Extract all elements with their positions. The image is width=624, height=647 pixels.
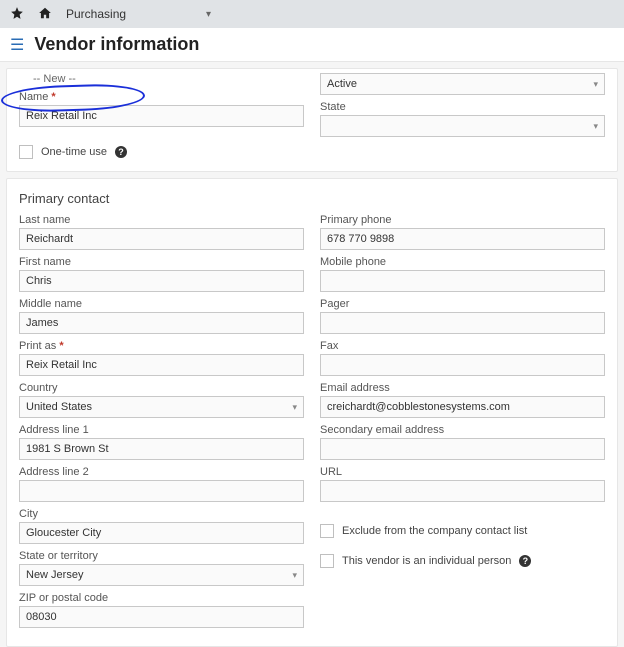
chevron-down-icon: ▾ [292, 570, 297, 581]
sec-email-input[interactable] [320, 438, 605, 460]
fax-input[interactable] [320, 354, 605, 376]
chevron-down-icon: ▾ [292, 402, 297, 413]
name-label: Name [19, 91, 56, 103]
primary-phone-label: Primary phone [320, 214, 605, 226]
page-title: Vendor information [34, 34, 199, 55]
print-as-label: Print as [19, 340, 304, 352]
star-icon[interactable] [10, 6, 24, 23]
pager-input[interactable] [320, 312, 605, 334]
country-value: United States [26, 401, 92, 413]
one-time-use-checkbox[interactable] [19, 145, 33, 159]
individual-row[interactable]: This vendor is an individual person ? [320, 554, 605, 568]
one-time-use-label: One-time use [41, 146, 107, 158]
addr2-input[interactable] [19, 480, 304, 502]
print-as-input[interactable] [19, 354, 304, 376]
addr2-label: Address line 2 [19, 466, 304, 478]
middle-name-label: Middle name [19, 298, 304, 310]
zip-label: ZIP or postal code [19, 592, 304, 604]
first-name-label: First name [19, 256, 304, 268]
country-select[interactable]: United States ▾ [19, 396, 304, 418]
last-name-input[interactable] [19, 228, 304, 250]
top-bar: Purchasing ▾ [0, 0, 624, 28]
middle-name-input[interactable] [19, 312, 304, 334]
country-label: Country [19, 382, 304, 394]
section-title: Primary contact [19, 187, 605, 214]
chevron-down-icon: ▾ [593, 121, 598, 132]
vendor-status-value: Active [327, 78, 357, 90]
individual-checkbox[interactable] [320, 554, 334, 568]
email-input[interactable] [320, 396, 605, 418]
list-icon[interactable]: ☰ [10, 35, 24, 55]
vendor-id-new: -- New -- [19, 73, 304, 85]
help-icon[interactable]: ? [115, 146, 127, 158]
state-label: State [320, 101, 605, 113]
url-label: URL [320, 466, 605, 478]
individual-label: This vendor is an individual person [342, 555, 511, 567]
module-label: Purchasing [66, 7, 126, 21]
primary-contact-section: Primary contact Last name First name Mid… [6, 178, 618, 647]
contact-right-column: Primary phone Mobile phone Pager Fax Ema… [320, 214, 605, 634]
state-value: New Jersey [26, 569, 83, 581]
help-icon[interactable]: ? [519, 555, 531, 567]
state-select[interactable]: New Jersey ▾ [19, 564, 304, 586]
last-name-label: Last name [19, 214, 304, 226]
one-time-use-row[interactable]: One-time use ? [19, 145, 605, 159]
chevron-down-icon: ▾ [593, 79, 598, 90]
exclude-checkbox[interactable] [320, 524, 334, 538]
chevron-down-icon: ▾ [206, 9, 211, 20]
state-territory-label: State or territory [19, 550, 304, 562]
page-header: ☰ Vendor information [0, 28, 624, 62]
url-input[interactable] [320, 480, 605, 502]
vendor-state-select[interactable]: ▾ [320, 115, 605, 137]
home-icon[interactable] [38, 6, 52, 23]
exclude-row[interactable]: Exclude from the company contact list [320, 524, 605, 538]
vendor-name-input[interactable] [19, 105, 304, 127]
module-dropdown[interactable]: Purchasing ▾ [66, 7, 211, 21]
addr1-input[interactable] [19, 438, 304, 460]
email-label: Email address [320, 382, 605, 394]
contact-left-column: Last name First name Middle name Print a… [19, 214, 304, 634]
sec-email-label: Secondary email address [320, 424, 605, 436]
fax-label: Fax [320, 340, 605, 352]
zip-input[interactable] [19, 606, 304, 628]
primary-phone-input[interactable] [320, 228, 605, 250]
mobile-label: Mobile phone [320, 256, 605, 268]
first-name-input[interactable] [19, 270, 304, 292]
exclude-label: Exclude from the company contact list [342, 525, 527, 537]
vendor-status-select[interactable]: Active ▾ [320, 73, 605, 95]
vendor-top-section: -- New -- Name Active ▾ State ▾ One-time… [6, 68, 618, 172]
pager-label: Pager [320, 298, 605, 310]
city-input[interactable] [19, 522, 304, 544]
mobile-input[interactable] [320, 270, 605, 292]
city-label: City [19, 508, 304, 520]
addr1-label: Address line 1 [19, 424, 304, 436]
